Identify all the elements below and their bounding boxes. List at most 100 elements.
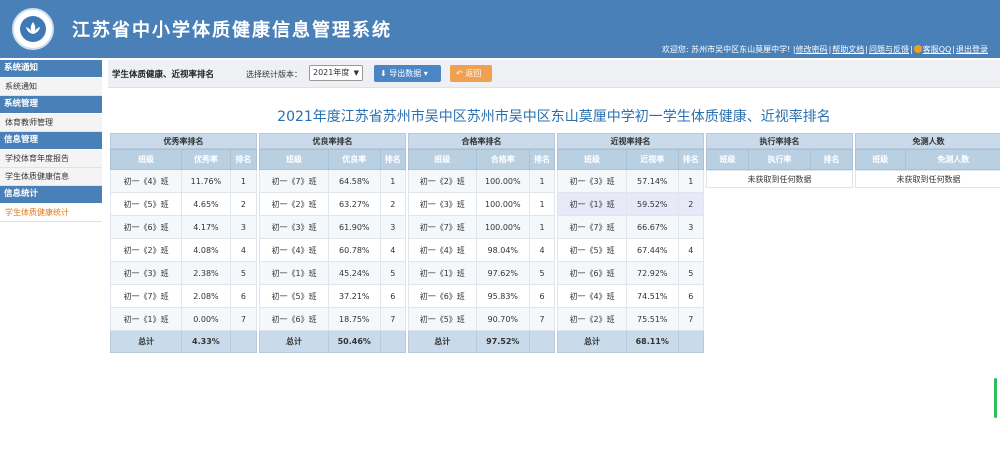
column-header: 排名 [529, 149, 555, 170]
table-row[interactable]: 初一《5》班 37.21% 6 [258, 284, 406, 308]
table-row[interactable]: 初一《7》班 2.08% 6 [109, 284, 258, 308]
total-label: 总计 [556, 330, 628, 353]
rate-cell: 2.38% [181, 261, 231, 285]
sidebar-item-annual-report[interactable]: 学校体育年度报告 [0, 150, 102, 168]
class-cell: 初一《1》班 [556, 192, 628, 216]
table-row[interactable]: 初一《2》班 75.51% 7 [556, 307, 704, 331]
table-row[interactable]: 初一《3》班 100.00% 1 [408, 192, 555, 216]
table-row[interactable]: 初一《7》班 64.58% 1 [258, 169, 406, 193]
class-cell: 初一《3》班 [408, 192, 477, 216]
rank-cell: 4 [379, 238, 406, 262]
rate-cell: 72.92% [626, 261, 679, 285]
table-row[interactable]: 初一《5》班 90.70% 7 [408, 307, 555, 331]
table-row[interactable]: 初一《5》班 67.44% 4 [556, 238, 704, 262]
execution-rate-table: 班级 执行率 排名 [705, 149, 854, 170]
good-rate-panel: 优良率排名 班级 优良率 排名 初一《7》班 64.58% 1 初一《2》班 63.27% 2 初一… [258, 133, 406, 353]
column-header: 排名 [677, 149, 704, 170]
table-row[interactable]: 初一《4》班 11.76% 1 [109, 169, 258, 193]
feedback-link[interactable]: 问题与反馈 [869, 45, 909, 54]
table-row[interactable]: 初一《3》班 57.14% 1 [556, 169, 704, 193]
table-row[interactable]: 初一《6》班 95.83% 6 [408, 284, 555, 308]
chevron-down-icon: ▼ [353, 69, 359, 77]
good-rate-table: 班级 优良率 排名 初一《7》班 64.58% 1 初一《2》班 63.27% 2 初一《3》班 6… [258, 149, 406, 353]
rate-cell: 64.58% [328, 169, 381, 193]
sidebar-item-health-stats[interactable]: 学生体质健康统计 [0, 204, 102, 222]
class-cell: 初一《4》班 [109, 169, 183, 193]
rank-cell: 4 [677, 238, 704, 262]
class-cell: 初一《1》班 [408, 261, 477, 285]
rate-cell: 95.83% [475, 284, 531, 308]
table-row[interactable]: 初一《3》班 2.38% 5 [109, 261, 258, 285]
column-header: 优秀率 [181, 149, 231, 170]
change-password-link[interactable]: 修改密码 [796, 45, 828, 54]
table-row[interactable]: 初一《7》班 100.00% 1 [408, 215, 555, 239]
qq-support-link[interactable]: 客服QQ [923, 45, 952, 54]
system-title: 江苏省中小学体质健康信息管理系统 [72, 20, 392, 41]
column-header: 排名 [229, 149, 258, 170]
class-cell: 初一《2》班 [258, 192, 330, 216]
panel-title: 优秀率排名 [110, 133, 257, 149]
back-button[interactable]: ↶ 返回 [450, 65, 492, 82]
sidebar-group-system[interactable]: 系统管理 [0, 96, 102, 113]
welcome-text: 欢迎您: 苏州市吴中区东山莫厘中学! [661, 45, 793, 54]
help-docs-link[interactable]: 帮助文档 [832, 45, 864, 54]
column-header: 班级 [705, 149, 750, 170]
total-label: 总计 [408, 330, 477, 353]
table-row[interactable]: 初一《7》班 66.67% 3 [556, 215, 704, 239]
back-icon: ↶ [456, 69, 463, 78]
total-row: 总计 68.11% [556, 330, 704, 353]
class-cell: 初一《7》班 [258, 169, 330, 193]
sidebar-group-info[interactable]: 信息管理 [0, 132, 102, 149]
class-cell: 初一《2》班 [556, 307, 628, 331]
rank-cell: 6 [229, 284, 258, 308]
rate-cell: 90.70% [475, 307, 531, 331]
export-button[interactable]: ⬇ 导出数据 ▾ [374, 65, 441, 82]
rate-cell: 67.44% [626, 238, 679, 262]
class-cell: 初一《3》班 [109, 261, 183, 285]
rank-cell: 6 [529, 284, 555, 308]
rate-cell: 11.76% [181, 169, 231, 193]
rate-cell: 63.27% [328, 192, 381, 216]
table-row[interactable]: 初一《6》班 18.75% 7 [258, 307, 406, 331]
myopia-rate-table: 班级 近视率 排名 初一《3》班 57.14% 1 初一《1》班 59.52% 2 初一《7》班 6… [556, 149, 704, 353]
back-label: 返回 [465, 69, 482, 78]
sidebar-group-stats[interactable]: 信息统计 [0, 186, 102, 203]
rank-cell: 3 [229, 215, 258, 239]
sidebar-item-teachers[interactable]: 体育教师管理 [0, 114, 102, 132]
version-select[interactable]: 2021年度 ▼ [309, 65, 363, 81]
column-header: 排名 [379, 149, 406, 170]
table-row[interactable]: 初一《1》班 97.62% 5 [408, 261, 555, 285]
table-row[interactable]: 初一《3》班 61.90% 3 [258, 215, 406, 239]
table-row[interactable]: 初一《2》班 100.00% 1 [408, 169, 555, 193]
sidebar-group-notice[interactable]: 系统通知 [0, 60, 102, 77]
table-row[interactable]: 初一《4》班 60.78% 4 [258, 238, 406, 262]
table-row[interactable]: 初一《2》班 4.08% 4 [109, 238, 258, 262]
empty-message: 未获取到任何数据 [855, 170, 1000, 188]
table-row[interactable]: 初一《6》班 4.17% 3 [109, 215, 258, 239]
rank-cell: 1 [379, 169, 406, 193]
table-row[interactable]: 初一《4》班 98.04% 4 [408, 238, 555, 262]
logout-link[interactable]: 退出登录 [956, 45, 988, 54]
class-cell: 初一《1》班 [109, 307, 183, 331]
exempt-count-table: 班级 免测人数 [855, 149, 1000, 170]
class-cell: 初一《2》班 [408, 169, 477, 193]
rate-cell: 57.14% [626, 169, 679, 193]
table-row[interactable]: 初一《1》班 45.24% 5 [258, 261, 406, 285]
version-value: 2021年度 [313, 68, 350, 77]
table-row[interactable]: 初一《1》班 59.52% 2 [556, 192, 704, 216]
sidebar-item-health-info[interactable]: 学生体质健康信息 [0, 168, 102, 186]
table-row[interactable]: 初一《1》班 0.00% 7 [109, 307, 258, 331]
table-row[interactable]: 初一《2》班 63.27% 2 [258, 192, 406, 216]
sidebar-item-notice[interactable]: 系统通知 [0, 78, 102, 96]
table-row[interactable]: 初一《6》班 72.92% 5 [556, 261, 704, 285]
rate-cell: 37.21% [328, 284, 381, 308]
table-row[interactable]: 初一《5》班 4.65% 2 [109, 192, 258, 216]
download-icon: ⬇ [380, 69, 387, 78]
rate-cell: 60.78% [328, 238, 381, 262]
rank-cell: 4 [529, 238, 555, 262]
scroll-indicator[interactable] [994, 378, 997, 418]
class-cell: 初一《3》班 [258, 215, 330, 239]
table-row[interactable]: 初一《4》班 74.51% 6 [556, 284, 704, 308]
report-title: 2021年度江苏省苏州市吴中区苏州市吴中区东山莫厘中学初一学生体质健康、近视率排… [277, 109, 831, 125]
column-header: 合格率 [475, 149, 531, 170]
